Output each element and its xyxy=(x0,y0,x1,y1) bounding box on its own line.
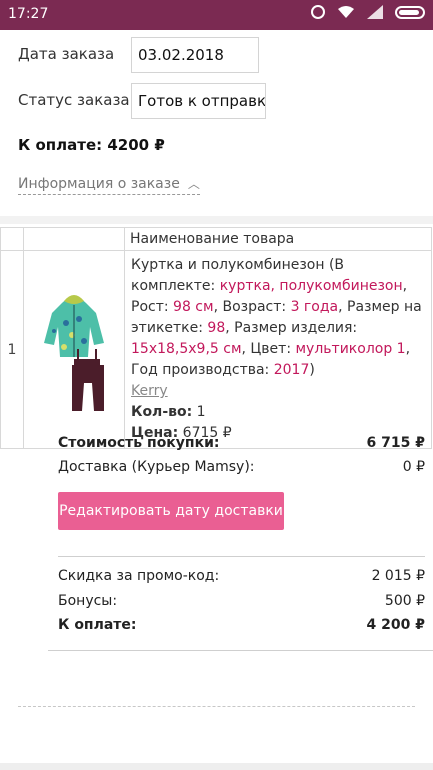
pay-label: К оплате: xyxy=(58,617,137,633)
chevron-up-icon: ︿ xyxy=(187,177,200,191)
promo-value: 2 015 ₽ xyxy=(371,568,425,584)
cost-value: 6 715 ₽ xyxy=(366,435,425,451)
row-number: 1 xyxy=(0,250,24,449)
table-header-name: Наименование товара xyxy=(124,227,432,251)
table-row: 1 Куртка и полукомбинезон (В комплекте: … xyxy=(0,250,432,449)
order-info-toggle[interactable]: Информация о заказе ︿ xyxy=(18,175,200,195)
product-title-end: ) xyxy=(309,362,315,378)
product-color-label: , Цвет: xyxy=(241,341,296,357)
product-item-size-label: , Размер изделия: xyxy=(225,320,358,336)
alarm-icon xyxy=(311,5,325,19)
table-header-num xyxy=(0,227,24,251)
status-bar: 17:27 xyxy=(0,0,433,30)
dashed-divider xyxy=(18,706,415,707)
product-description: Куртка и полукомбинезон (В комплекте: ку… xyxy=(124,250,432,449)
order-date-label: Дата заказа xyxy=(18,45,115,63)
summary-promo-row: Скидка за промо-код: 2 015 ₽ xyxy=(58,568,425,588)
pay-value: 4 200 ₽ xyxy=(366,617,425,633)
product-age-value[interactable]: 3 года xyxy=(291,299,339,315)
order-total: К оплате: 4200 ₽ xyxy=(18,136,165,154)
bottom-bar xyxy=(0,763,433,770)
status-time: 17:27 xyxy=(8,6,49,22)
signal-icon xyxy=(367,5,383,19)
product-brand[interactable]: Kerry xyxy=(131,383,168,399)
product-label-size-value[interactable]: 98 xyxy=(207,320,225,336)
summary-bonus-row: Бонусы: 500 ₽ xyxy=(58,593,425,613)
product-age-label: , Возраст: xyxy=(213,299,291,315)
product-height-value[interactable]: 98 см xyxy=(173,299,214,315)
summary-delivery-row: Доставка (Курьер Mamsy): 0 ₽ xyxy=(58,459,425,479)
summary-cost-row: Стоимость покупки: 6 715 ₽ xyxy=(58,435,425,455)
cost-label: Стоимость покупки: xyxy=(58,435,220,451)
quantity-value: 1 xyxy=(196,404,206,420)
order-status-label: Статус заказа xyxy=(18,91,130,109)
order-status-field[interactable]: Готов к отправке xyxy=(131,83,266,119)
promo-label: Скидка за промо-код: xyxy=(58,568,220,584)
battery-icon xyxy=(395,5,425,19)
wifi-icon xyxy=(337,5,355,19)
product-color-value[interactable]: мультиколор 1 xyxy=(296,341,406,357)
table-header-image xyxy=(23,227,125,251)
product-item-size-value[interactable]: 15х18,5х9,5 см xyxy=(131,341,242,357)
edit-delivery-date-button[interactable]: Редактировать дату доставки xyxy=(58,492,284,530)
order-items-table: Наименование товара 1 Куртка и полукомби… xyxy=(0,227,432,449)
delivery-value: 0 ₽ xyxy=(402,459,425,475)
product-image[interactable] xyxy=(23,250,125,449)
summary-bottom-divider xyxy=(48,650,433,651)
delivery-label: Доставка (Курьер Mamsy): xyxy=(58,459,255,475)
summary-divider xyxy=(58,556,425,557)
product-year-value[interactable]: 2017 xyxy=(274,362,310,378)
order-date-field[interactable]: 03.02.2018 xyxy=(131,37,259,73)
section-divider xyxy=(0,216,433,224)
quantity-label: Кол-во: xyxy=(131,404,193,420)
bonus-value: 500 ₽ xyxy=(384,593,425,609)
product-image-svg xyxy=(44,294,104,411)
summary-pay-row: К оплате: 4 200 ₽ xyxy=(58,617,425,637)
status-icons xyxy=(311,5,425,19)
bonus-label: Бонусы: xyxy=(58,593,118,609)
table-header-row: Наименование товара xyxy=(0,227,432,251)
order-info-toggle-label: Информация о заказе xyxy=(18,176,180,192)
product-set-link[interactable]: куртка, полукомбинезон xyxy=(220,278,403,294)
